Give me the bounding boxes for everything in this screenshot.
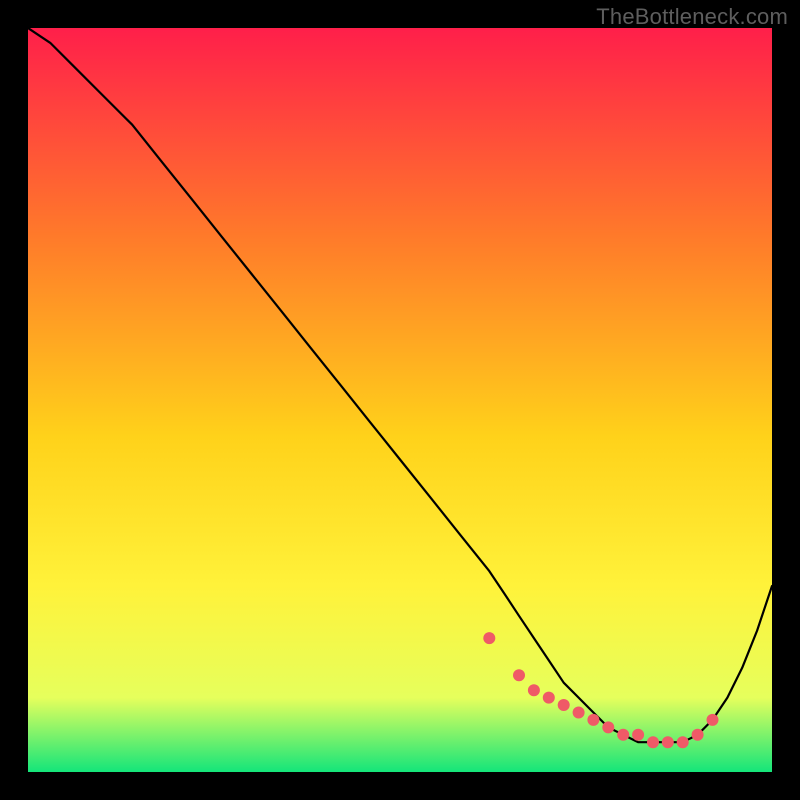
marker-dot xyxy=(617,729,629,741)
marker-dot xyxy=(692,729,704,741)
marker-dot xyxy=(483,632,495,644)
marker-dot xyxy=(558,699,570,711)
watermark-text: TheBottleneck.com xyxy=(596,4,788,30)
marker-dot xyxy=(573,707,585,719)
marker-dot xyxy=(513,669,525,681)
marker-dot xyxy=(528,684,540,696)
gradient-background xyxy=(28,28,772,772)
marker-dot xyxy=(602,721,614,733)
marker-dot xyxy=(587,714,599,726)
plot-area xyxy=(28,28,772,772)
marker-dot xyxy=(677,736,689,748)
marker-dot xyxy=(647,736,659,748)
marker-dot xyxy=(662,736,674,748)
chart-svg xyxy=(28,28,772,772)
marker-dot xyxy=(543,692,555,704)
marker-dot xyxy=(632,729,644,741)
marker-dot xyxy=(707,714,719,726)
chart-frame: TheBottleneck.com xyxy=(0,0,800,800)
